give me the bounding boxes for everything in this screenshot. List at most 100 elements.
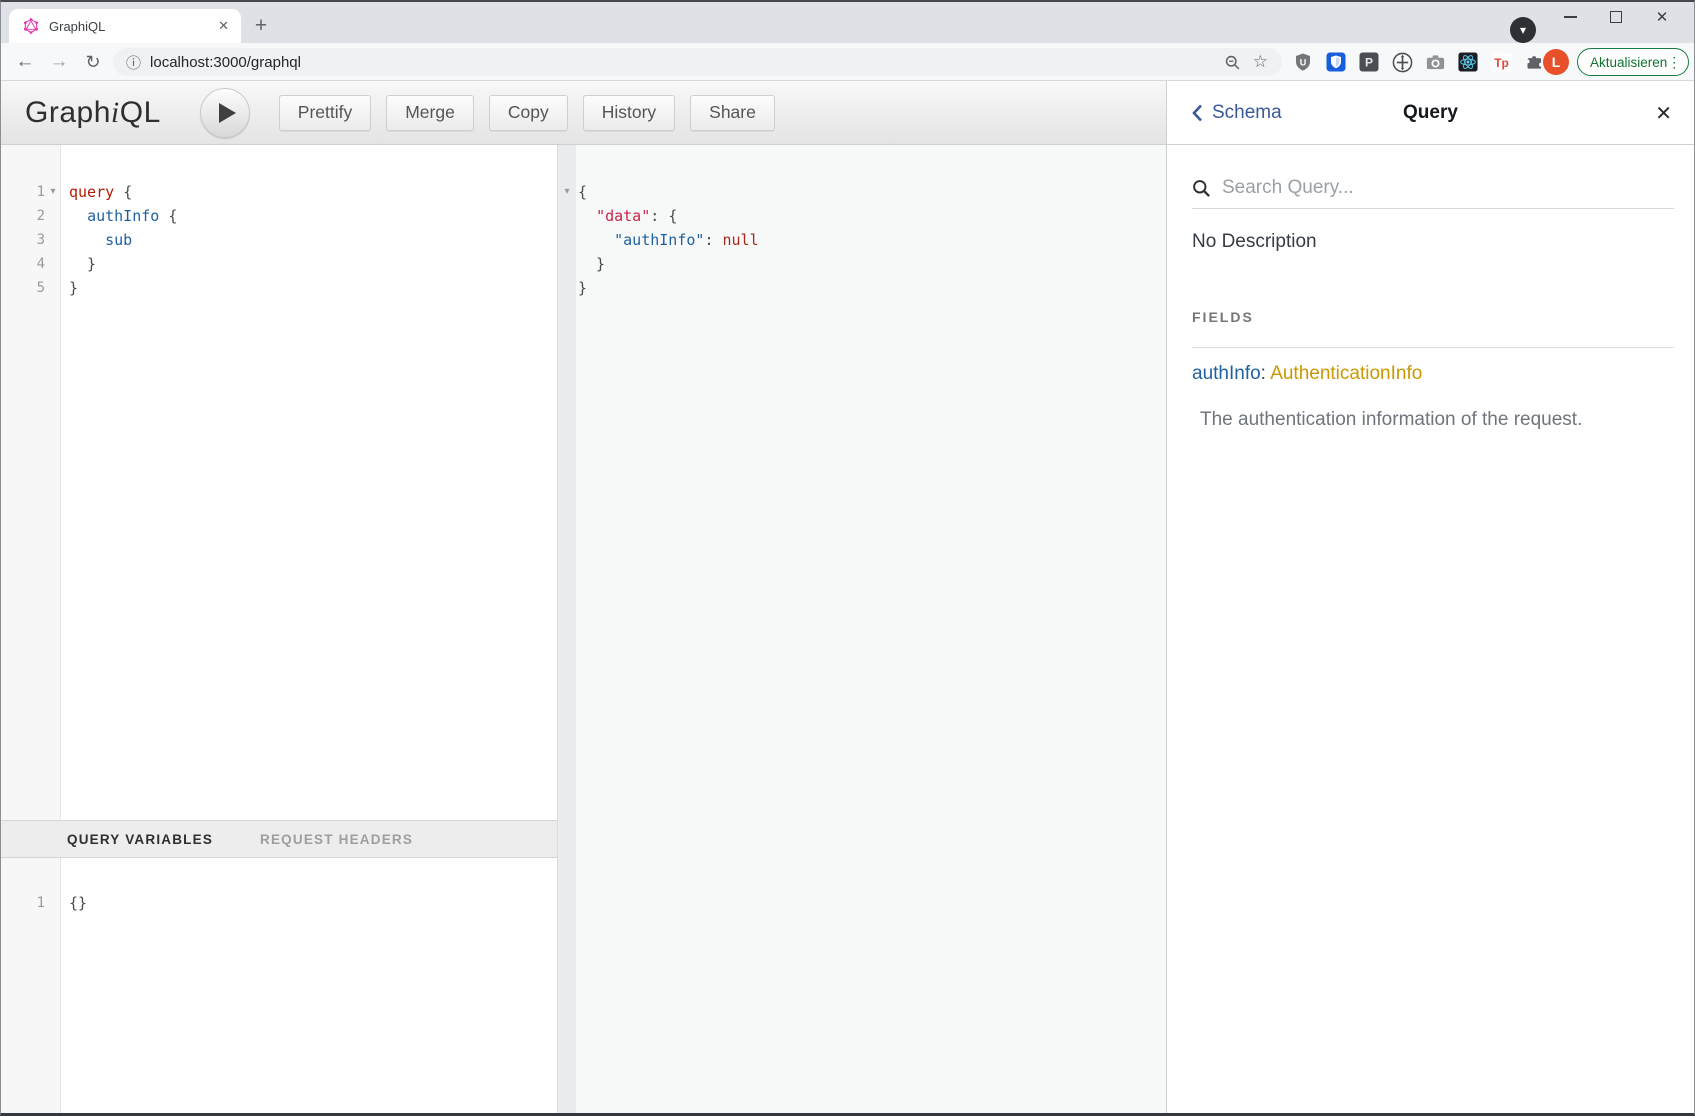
- move-crosshair-icon[interactable]: [1390, 50, 1414, 74]
- close-icon: ✕: [1656, 8, 1669, 26]
- code-line: 2 authInfo {: [1, 204, 557, 228]
- code-line: 5}: [1, 276, 557, 300]
- ublock-shield-icon[interactable]: U: [1291, 50, 1315, 74]
- code-text: query {: [69, 183, 132, 201]
- react-devtools-icon[interactable]: [1456, 50, 1480, 74]
- doc-close-button[interactable]: ✕: [1655, 81, 1672, 145]
- code-line: 4 }: [1, 252, 557, 276]
- graphiql-topbar: GraphiQL Prettify Merge Copy History Share: [1, 81, 1166, 145]
- graphql-favicon-icon: [23, 18, 39, 34]
- field-name-link[interactable]: authInfo: [1192, 363, 1261, 384]
- copy-button[interactable]: Copy: [489, 95, 568, 131]
- share-button[interactable]: Share: [690, 95, 775, 131]
- code-line: "data": {: [558, 204, 1166, 228]
- toolbar-buttons: Prettify Merge Copy History Share: [279, 95, 775, 131]
- doc-field-list: authInfo: AuthenticationInfo The authenti…: [1192, 363, 1674, 457]
- merge-button[interactable]: Merge: [386, 95, 474, 131]
- doc-explorer-panel: Schema Query ✕ No Description FIELDS aut…: [1166, 81, 1694, 1113]
- forward-button[interactable]: →: [44, 43, 74, 81]
- query-variables-editor[interactable]: 1 {}: [1, 858, 557, 1113]
- window-minimize-button[interactable]: [1553, 2, 1587, 32]
- doc-no-description: No Description: [1192, 231, 1317, 253]
- search-icon: [1192, 179, 1211, 198]
- line-number: 4: [1, 256, 45, 272]
- doc-search: [1192, 168, 1674, 209]
- code-text: }: [69, 255, 96, 273]
- code-line: }: [558, 252, 1166, 276]
- line-number: 5: [1, 280, 45, 296]
- back-button[interactable]: ←: [10, 43, 40, 81]
- update-label: Aktualisieren: [1590, 55, 1667, 70]
- code-text: sub: [69, 231, 132, 249]
- tab-search-button[interactable]: ▾: [1510, 17, 1536, 43]
- doc-fields-header: FIELDS: [1192, 309, 1254, 325]
- chevron-down-icon: ▾: [1520, 23, 1526, 37]
- history-button[interactable]: History: [583, 95, 675, 131]
- doc-search-input[interactable]: [1222, 177, 1674, 199]
- kebab-menu-icon[interactable]: ⋮: [1667, 54, 1681, 71]
- code-text: authInfo {: [69, 207, 177, 225]
- window-maximize-button[interactable]: [1599, 2, 1633, 32]
- prettify-button[interactable]: Prettify: [279, 95, 371, 131]
- new-tab-button[interactable]: +: [247, 12, 275, 40]
- execute-query-button[interactable]: [200, 88, 250, 138]
- tab-query-variables[interactable]: QUERY VARIABLES: [67, 832, 213, 847]
- tab-title: GraphiQL: [49, 19, 218, 34]
- code-line: 3 sub: [1, 228, 557, 252]
- graphiql-logo: GraphiQL: [25, 96, 161, 130]
- address-bar[interactable]: ⓘ localhost:3000/graphql ☆: [113, 48, 1282, 76]
- code-line: }: [558, 276, 1166, 300]
- code-text: }: [578, 279, 587, 297]
- bitwarden-shield-icon[interactable]: [1324, 50, 1348, 74]
- tab-strip: GraphiQL ✕ + ▾ ✕: [1, 2, 1694, 43]
- line-number: 1: [1, 895, 45, 911]
- browser-window: GraphiQL ✕ + ▾ ✕ ← → ↻ ⓘ localhost:3000/…: [0, 0, 1695, 1116]
- url-text[interactable]: localhost:3000/graphql: [150, 54, 1224, 71]
- field-type-link[interactable]: AuthenticationInfo: [1270, 363, 1422, 384]
- fold-arrow-icon[interactable]: ▾: [558, 180, 576, 204]
- doc-field-entry: authInfo: AuthenticationInfo The authenti…: [1192, 363, 1674, 431]
- site-info-icon[interactable]: ⓘ: [126, 52, 141, 73]
- browser-toolbar: ← → ↻ ⓘ localhost:3000/graphql ☆ UPTp L …: [1, 43, 1694, 81]
- code-line: 1▾query {: [1, 180, 557, 204]
- zoom-icon[interactable]: [1224, 54, 1241, 71]
- line-number: 3: [1, 232, 45, 248]
- code-text: {}: [69, 894, 87, 912]
- code-text: }: [69, 279, 78, 297]
- field-description: The authentication information of the re…: [1200, 409, 1674, 431]
- fold-arrow-icon[interactable]: ▾: [45, 180, 61, 204]
- letter-p-extension-icon[interactable]: P: [1357, 50, 1381, 74]
- secondary-editor-tabs: QUERY VARIABLES REQUEST HEADERS: [1, 820, 557, 858]
- code-line: ▾{: [558, 180, 1166, 204]
- code-text: "authInfo": null: [578, 231, 759, 249]
- doc-title: Query: [1167, 81, 1694, 145]
- query-editor[interactable]: 1▾query {2 authInfo {3 sub4 }5}: [1, 145, 557, 820]
- reload-button[interactable]: ↻: [78, 43, 108, 81]
- bookmark-star-icon[interactable]: ☆: [1253, 52, 1268, 72]
- camera-icon[interactable]: [1423, 50, 1447, 74]
- extensions-row: U P Tp: [1291, 43, 1546, 81]
- code-text: {: [578, 183, 587, 201]
- play-icon: [219, 103, 236, 123]
- svg-text:P: P: [1365, 56, 1373, 70]
- doc-explorer-header: Schema Query ✕: [1167, 81, 1694, 145]
- line-number: 2: [1, 208, 45, 224]
- minimize-icon: [1564, 16, 1577, 18]
- field-separator: :: [1261, 363, 1271, 384]
- code-text: }: [578, 255, 605, 273]
- tab-close-icon[interactable]: ✕: [218, 18, 229, 34]
- graphiql-app: GraphiQL Prettify Merge Copy History Share 1…: [1, 81, 1694, 1113]
- tab-request-headers[interactable]: REQUEST HEADERS: [260, 832, 413, 847]
- result-viewer: ▾{ "data": { "authInfo": null }}: [557, 145, 1166, 1113]
- profile-avatar[interactable]: L: [1543, 49, 1569, 75]
- tp-extension-icon[interactable]: Tp: [1489, 50, 1513, 74]
- browser-update-button[interactable]: Aktualisieren ⋮: [1577, 48, 1689, 76]
- doc-fields-divider: [1192, 347, 1674, 348]
- browser-tab-graphiql[interactable]: GraphiQL ✕: [9, 9, 241, 43]
- maximize-icon: [1610, 11, 1622, 23]
- close-icon: ✕: [1655, 101, 1672, 126]
- svg-text:Tp: Tp: [1494, 55, 1509, 69]
- code-text: "data": {: [578, 207, 677, 225]
- window-close-button[interactable]: ✕: [1645, 2, 1679, 32]
- svg-text:U: U: [1300, 58, 1307, 68]
